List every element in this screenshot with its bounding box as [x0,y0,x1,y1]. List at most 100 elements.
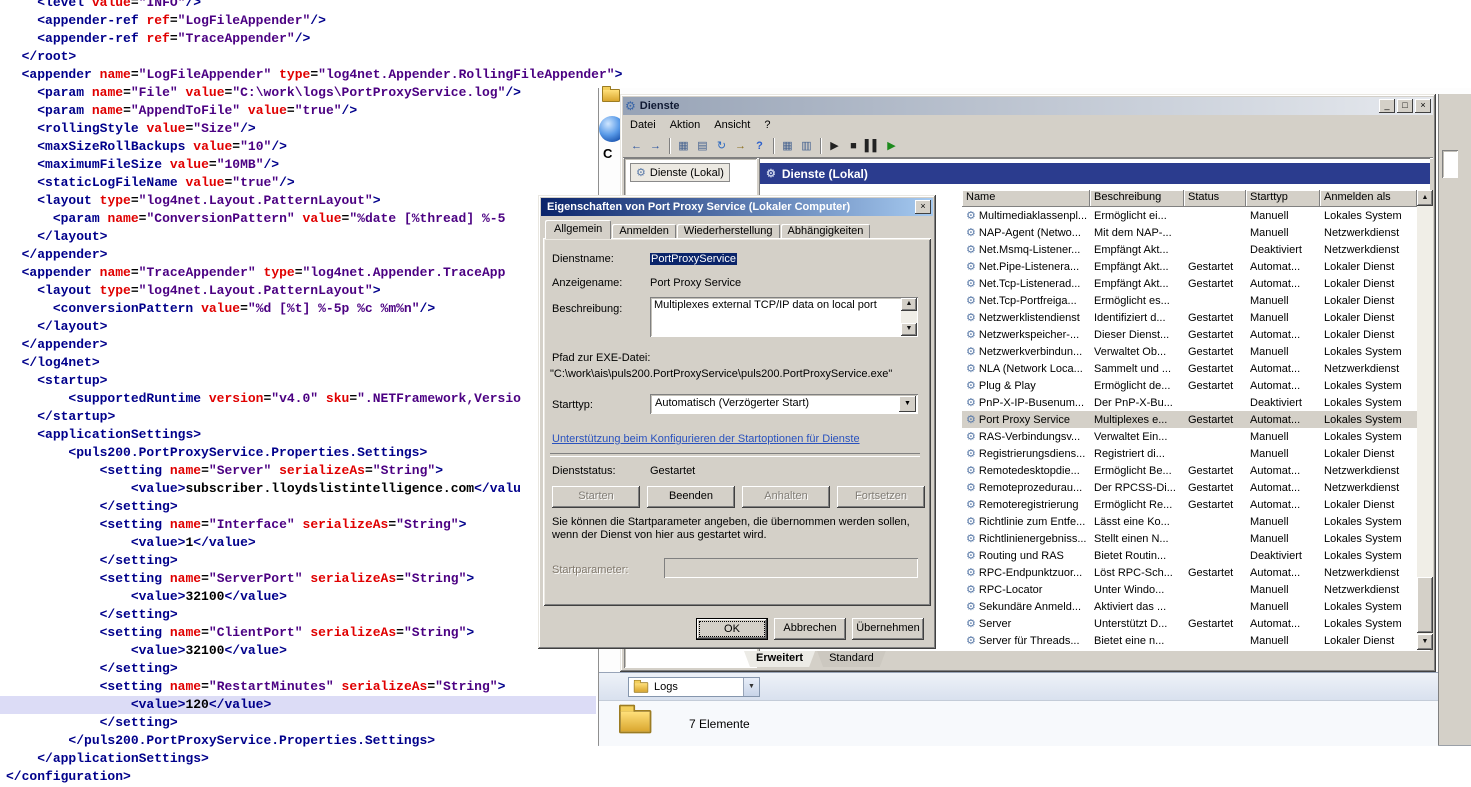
icons-view-icon[interactable]: ▦ [779,138,796,154]
beschreibung-scrollbar[interactable]: ▲ ▼ [901,298,917,336]
close-icon[interactable]: × [915,200,931,214]
anhalten-button[interactable]: Anhalten [742,486,830,508]
ok-button[interactable]: OK [696,618,768,640]
service-row[interactable]: ⚙RPC-Endpunktzuor...Löst RPC-Sch...Gesta… [962,564,1417,581]
code-line[interactable]: <startup> [0,372,622,390]
start-service-icon[interactable]: ▶ [826,138,843,154]
service-row[interactable]: ⚙Richtlinienergebniss...Stellt einen N..… [962,530,1417,547]
pause-service-icon[interactable]: ▌▌ [864,138,881,154]
code-line[interactable]: <applicationSettings> [0,426,622,444]
menu-item-?[interactable]: ? [757,118,777,132]
service-row[interactable]: ⚙Multimediaklassenpl...Ermöglicht ei...M… [962,207,1417,224]
beenden-button[interactable]: Beenden [647,486,735,508]
code-line[interactable]: <layout type="log4net.Layout.PatternLayo… [0,192,622,210]
code-line[interactable]: </configuration> [0,768,622,786]
code-line[interactable]: <staticLogFileName value="true"/> [0,174,622,192]
chevron-down-icon[interactable]: ▼ [899,396,916,412]
code-line[interactable]: </appender> [0,336,622,354]
code-line[interactable]: </setting> [0,498,622,516]
service-row[interactable]: ⚙Plug & PlayErmöglicht de...GestartetAut… [962,377,1417,394]
service-row[interactable]: ⚙NAP-Agent (Netwo...Mit dem NAP-...Manue… [962,224,1417,241]
column-header-anmelden-als[interactable]: Anmelden als [1320,190,1417,207]
code-line[interactable]: <appender name="LogFileAppender" type="l… [0,66,622,84]
code-line[interactable]: <value>1</value> [0,534,622,552]
code-line[interactable]: <param name="ConversionPattern" value="%… [0,210,622,228]
starten-button[interactable]: Starten [552,486,640,508]
service-row[interactable]: ⚙Net.Tcp-Portfreiga...Ermöglicht es...Ma… [962,292,1417,309]
service-row[interactable]: ⚙Richtlinie zum Entfe...Lässt eine Ko...… [962,513,1417,530]
code-line[interactable]: <setting name="Interface" serializeAs="S… [0,516,622,534]
code-line[interactable]: </puls200.PortProxyService.Properties.Se… [0,732,622,750]
code-line[interactable]: </root> [0,48,622,66]
menu-item-aktion[interactable]: Aktion [663,118,708,132]
tab-abhängigkeiten[interactable]: Abhängigkeiten [781,224,871,239]
code-line[interactable]: <maximumFileSize value="10MB"/> [0,156,622,174]
code-line[interactable]: </startup> [0,408,622,426]
code-line[interactable]: <setting name="ServerPort" serializeAs="… [0,570,622,588]
service-row[interactable]: ⚙Port Proxy ServiceMultiplexes e...Gesta… [962,411,1417,428]
code-line[interactable]: <conversionPattern value="%d [%t] %-5p %… [0,300,622,318]
scroll-up-icon[interactable]: ▲ [1417,190,1433,206]
column-header-status[interactable]: Status [1184,190,1246,207]
tab-allgemein[interactable]: Allgemein [545,220,611,239]
scroll-up-icon[interactable]: ▲ [901,298,917,311]
uebernehmen-button[interactable]: Übernehmen [852,618,924,640]
code-line[interactable]: <setting name="Server" serializeAs="Stri… [0,462,622,480]
service-row[interactable]: ⚙RPC-LocatorUnter Windo...ManuellNetzwer… [962,581,1417,598]
menu-item-ansicht[interactable]: Ansicht [707,118,757,132]
code-line[interactable]: </applicationSettings> [0,750,622,768]
code-line[interactable]: <appender-ref ref="LogFileAppender"/> [0,12,622,30]
code-line[interactable]: </setting> [0,660,622,678]
service-row[interactable]: ⚙Netzwerkverbindun...Verwaltet Ob...Gest… [962,343,1417,360]
maximize-icon[interactable]: □ [1397,99,1413,113]
code-line[interactable]: </setting> [0,606,622,624]
list-vertical-scrollbar[interactable]: ▲ ▼ [1417,190,1433,650]
code-line[interactable]: <appender name="TraceAppender" type="log… [0,264,622,282]
services-titlebar[interactable]: ⚙ Dienste _ □ × [623,97,1433,115]
column-header-name[interactable]: Name [962,190,1090,207]
code-line[interactable]: </setting> [0,552,622,570]
service-row[interactable]: ⚙Remoteprozedurau...Der RPCSS-Di...Gesta… [962,479,1417,496]
startup-options-link[interactable]: Unterstützung beim Konfigurieren der Sta… [552,433,860,445]
anzeigename-value[interactable]: Port Proxy Service [650,277,741,289]
code-line[interactable]: </layout> [0,318,622,336]
restart-service-icon[interactable]: ▶ [883,138,900,154]
code-line[interactable]: <level value="INFO"/> [0,0,622,12]
column-header-beschreibung[interactable]: Beschreibung [1090,190,1184,207]
service-row[interactable]: ⚙PnP-X-IP-Busenum...Der PnP-X-Bu...Deakt… [962,394,1417,411]
column-header-starttyp[interactable]: Starttyp [1246,190,1320,207]
code-line[interactable]: <rollingStyle value="Size"/> [0,120,622,138]
details-view-icon[interactable]: ▥ [798,138,815,154]
folder-combobox[interactable]: Logs ▼ [628,677,760,697]
refresh-icon[interactable]: ↻ [713,138,730,154]
code-line[interactable]: <setting name="ClientPort" serializeAs="… [0,624,622,642]
minimize-icon[interactable]: _ [1379,99,1395,113]
service-row[interactable]: ⚙ServerUnterstützt D...GestartetAutomat.… [962,615,1417,632]
view-tab-erweitert[interactable]: Erweitert [744,651,815,667]
forward-icon[interactable]: → [647,138,664,154]
service-row[interactable]: ⚙NLA (Network Loca...Sammelt und ...Gest… [962,360,1417,377]
startparameter-input[interactable] [664,558,918,578]
close-icon[interactable]: × [1415,99,1431,113]
services-list[interactable]: NameBeschreibungStatusStarttypAnmelden a… [962,190,1433,650]
code-line[interactable]: </setting> [0,714,622,732]
service-row[interactable]: ⚙Sekundäre Anmeld...Aktiviert das ...Man… [962,598,1417,615]
code-line[interactable]: <maxSizeRollBackups value="10"/> [0,138,622,156]
chevron-down-icon[interactable]: ▼ [743,678,759,696]
service-row[interactable]: ⚙Registrierungsdiens...Registriert di...… [962,445,1417,462]
scroll-down-icon[interactable]: ▼ [1417,634,1433,650]
starttyp-combobox[interactable]: Automatisch (Verzögerter Start) ▼ [650,394,918,414]
service-row[interactable]: ⚙Net.Msmq-Listener...Empfängt Akt...Deak… [962,241,1417,258]
menu-item-datei[interactable]: Datei [623,118,663,132]
show-console-tree-icon[interactable]: ▦ [675,138,692,154]
service-row[interactable]: ⚙RAS-Verbindungsv...Verwaltet Ein...Manu… [962,428,1417,445]
service-row[interactable]: ⚙Net.Tcp-Listenerad...Empfängt Akt...Ges… [962,275,1417,292]
dialog-titlebar[interactable]: Eigenschaften von Port Proxy Service (Lo… [541,198,933,216]
code-line[interactable]: <setting name="RestartMinutes" serialize… [0,678,622,696]
abbrechen-button[interactable]: Abbrechen [774,618,846,640]
code-line[interactable]: <value>120</value> [0,696,596,714]
tab-wiederherstellung[interactable]: Wiederherstellung [677,224,780,239]
code-area[interactable]: <level value="INFO"/> <appender-ref ref=… [0,0,622,786]
service-row[interactable]: ⚙Net.Pipe-Listenera...Empfängt Akt...Ges… [962,258,1417,275]
code-line[interactable]: <supportedRuntime version="v4.0" sku=".N… [0,390,622,408]
